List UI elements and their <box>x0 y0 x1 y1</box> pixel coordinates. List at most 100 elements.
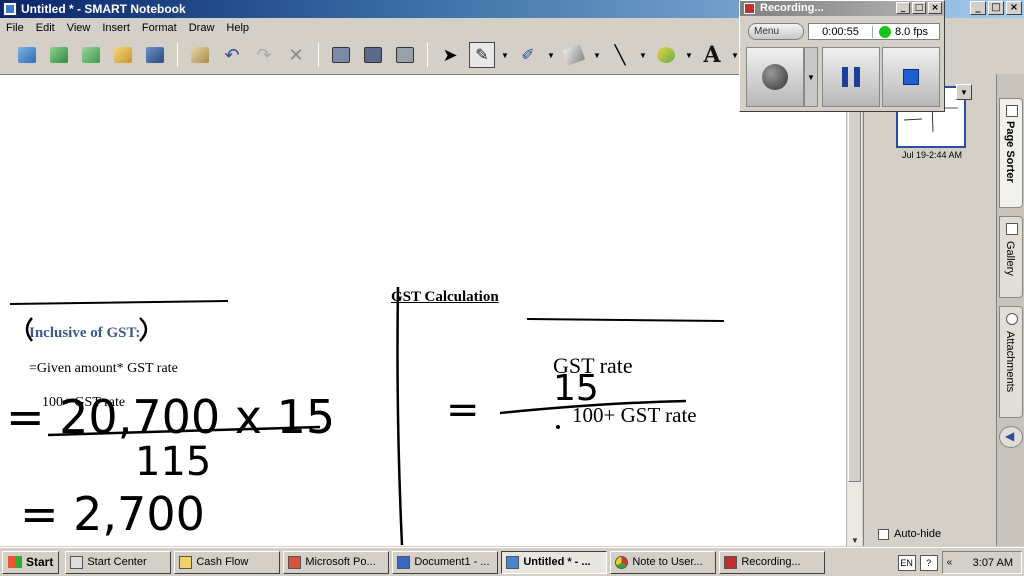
camera-icon <box>396 47 414 63</box>
start-center-icon <box>70 555 84 569</box>
paste-button[interactable] <box>187 42 213 68</box>
paperclip-icon <box>1006 313 1018 325</box>
creative-pen-button[interactable]: ✐ <box>515 42 541 68</box>
delete-x-icon: ✕ <box>288 44 304 65</box>
tab-page-sorter[interactable]: Page Sorter <box>999 98 1023 208</box>
task-recording[interactable]: Recording... <box>719 550 826 574</box>
handwritten-right-equals: = <box>446 387 480 433</box>
task-label: Untitled * - ... <box>523 556 591 568</box>
menu-draw[interactable]: Draw <box>183 22 221 34</box>
tray-expand-icon[interactable]: « <box>947 557 953 568</box>
task-start-center[interactable]: Start Center <box>65 550 172 574</box>
clipboard-icon <box>191 47 209 63</box>
shape-dropdown-arrow[interactable]: ▼ <box>685 51 693 60</box>
task-microsoft-powerpoint[interactable]: Microsoft Po... <box>283 550 390 574</box>
task-label: Document1 - ... <box>414 556 490 568</box>
tab-attachments[interactable]: Attachments <box>999 306 1023 418</box>
pause-icon <box>842 67 860 87</box>
maximize-button[interactable]: □ <box>988 1 1004 15</box>
text-tool-button[interactable]: A <box>699 42 725 68</box>
windows-flag-icon <box>8 556 22 568</box>
scroll-thumb[interactable] <box>848 86 861 482</box>
task-label: Microsoft Po... <box>305 556 376 568</box>
text-dropdown-arrow[interactable]: ▼ <box>731 51 739 60</box>
capture-button[interactable] <box>392 42 418 68</box>
close-button[interactable]: × <box>1006 1 1022 15</box>
tab-gallery[interactable]: Gallery <box>999 216 1023 298</box>
creative-pen-dropdown-arrow[interactable]: ▼ <box>547 51 555 60</box>
shape-tool-button[interactable] <box>653 42 679 68</box>
panel-dropdown-button[interactable]: ▼ <box>956 84 972 100</box>
right-paren-ink <box>139 317 148 342</box>
gallery-icon <box>1006 223 1018 235</box>
divider-ink-line <box>396 286 404 546</box>
eraser-dropdown-arrow[interactable]: ▼ <box>593 51 601 60</box>
screen-shade-icon <box>332 47 350 63</box>
recorder-titlebar[interactable]: Recording... _ □ × <box>740 1 944 16</box>
full-screen-icon <box>364 47 382 63</box>
menu-insert[interactable]: Insert <box>96 22 136 34</box>
delete-button[interactable]: ✕ <box>283 42 309 68</box>
menu-file[interactable]: File <box>0 22 30 34</box>
thumbnail-mark <box>903 118 923 121</box>
start-button[interactable]: Start <box>2 550 60 574</box>
line-dropdown-arrow[interactable]: ▼ <box>639 51 647 60</box>
scroll-down-arrow[interactable]: ▼ <box>850 536 860 545</box>
toolbar-separator <box>177 43 178 67</box>
help-icon[interactable]: ? <box>919 554 938 571</box>
menu-edit[interactable]: Edit <box>30 22 61 34</box>
record-options-dropdown[interactable]: ▼ <box>804 47 818 107</box>
shapes-icon <box>657 47 675 63</box>
notebook-canvas[interactable]: GST Calculation Inclusive of GST: =Given… <box>0 74 846 546</box>
task-untitled-notebook[interactable]: Untitled * - ... <box>501 550 608 574</box>
menu-help[interactable]: Help <box>220 22 255 34</box>
pen-dropdown-arrow[interactable]: ▼ <box>501 51 509 60</box>
redo-button[interactable]: ↷ <box>251 42 277 68</box>
undo-icon: ↶ <box>224 44 240 65</box>
stop-button[interactable] <box>882 47 940 107</box>
auto-hide-option[interactable]: Auto-hide <box>878 528 941 540</box>
task-cash-flow[interactable]: Cash Flow <box>174 550 281 574</box>
undo-button[interactable]: ↶ <box>219 42 245 68</box>
redo-icon: ↷ <box>256 44 272 65</box>
powerpoint-icon <box>288 555 302 569</box>
language-indicator[interactable]: EN <box>897 554 916 571</box>
recorder-menu-button[interactable]: Menu <box>748 23 804 40</box>
auto-hide-checkbox[interactable] <box>878 528 889 540</box>
recording-status-indicator <box>879 25 891 38</box>
line-tool-button[interactable]: ╲ <box>607 42 633 68</box>
rate-fraction-line <box>526 318 725 322</box>
open-button[interactable] <box>110 42 136 68</box>
add-page-icon <box>82 47 100 63</box>
move-sidebar-button[interactable]: ◀ <box>999 426 1023 448</box>
record-button[interactable] <box>746 47 804 107</box>
pause-button[interactable] <box>822 47 880 107</box>
next-page-button[interactable] <box>46 42 72 68</box>
add-page-button[interactable] <box>78 42 104 68</box>
select-tool-button[interactable]: ➤ <box>437 42 463 68</box>
tab-attachments-label: Attachments <box>1004 331 1016 393</box>
taskbar-clock[interactable]: « 3:07 AM <box>941 551 1022 574</box>
pen-tool-button[interactable]: ✎ <box>469 42 495 68</box>
full-screen-button[interactable] <box>360 42 386 68</box>
task-note-to-user[interactable]: Note to User... <box>610 550 717 574</box>
screen-shade-button[interactable] <box>328 42 354 68</box>
eraser-button[interactable] <box>561 42 587 68</box>
recorder-app-icon <box>744 3 755 14</box>
task-label: Recording... <box>741 556 801 568</box>
window-controls: _ □ × <box>970 1 1022 15</box>
menu-view[interactable]: View <box>61 22 97 34</box>
menu-format[interactable]: Format <box>136 22 183 34</box>
save-button[interactable] <box>142 42 168 68</box>
tab-gallery-label: Gallery <box>1004 241 1016 276</box>
minimize-button[interactable]: _ <box>970 1 986 15</box>
task-document1[interactable]: Document1 - ... <box>392 550 499 574</box>
previous-page-button[interactable] <box>14 42 40 68</box>
taskbar: Start Start Center Cash Flow Microsoft P… <box>0 547 1024 576</box>
recorder-close-button[interactable]: × <box>928 2 942 14</box>
task-label: Start Center <box>87 556 147 568</box>
canvas-vertical-scrollbar[interactable]: ▲ ▼ <box>846 74 862 546</box>
forward-arrow-icon <box>50 47 68 63</box>
recorder-minimize-button[interactable]: _ <box>896 2 910 14</box>
recorder-maximize-button[interactable]: □ <box>912 2 926 14</box>
